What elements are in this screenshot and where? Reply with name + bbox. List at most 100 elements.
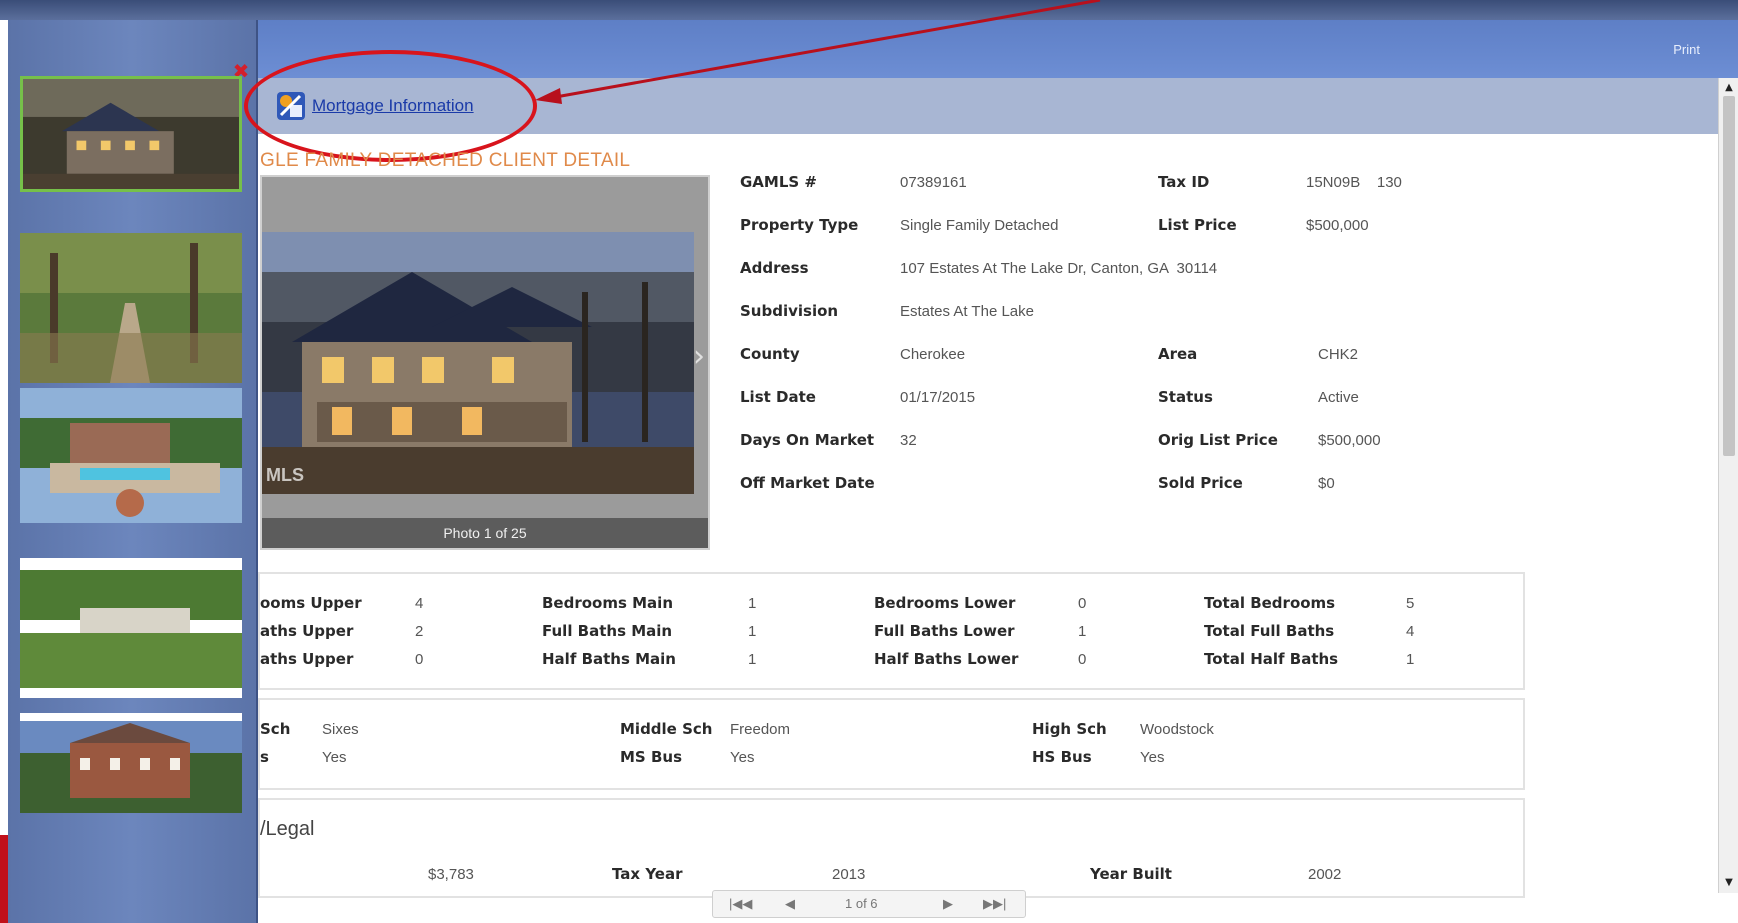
mls-watermark: MLS (266, 465, 304, 485)
room-value: 0 (1078, 595, 1087, 612)
school-value: Yes (322, 749, 347, 766)
subdivision-value: Estates At The Lake (900, 303, 1034, 320)
thumbnail-2[interactable] (20, 233, 242, 383)
room-label: Full Baths Lower (874, 622, 1015, 640)
school-label: HS Bus (1032, 748, 1092, 766)
room-label: aths Upper (260, 650, 354, 668)
photo-viewer: › MLS Photo 1 of 25 (260, 175, 710, 550)
red-edge-decoration (0, 835, 8, 923)
taxid-value: 15N09B 130 (1306, 174, 1402, 191)
calculator-tools-icon[interactable] (276, 91, 306, 121)
room-value: 2 (415, 623, 424, 640)
scroll-up-arrow[interactable]: ▲ (1723, 82, 1735, 94)
window-top-band (0, 0, 1738, 20)
legal-section-title: /Legal (260, 818, 315, 840)
room-label: Total Bedrooms (1204, 594, 1336, 612)
sub-header-bar: Mortgage Information (258, 78, 1718, 134)
schools-section: Sch Sixes Middle Sch Freedom High Sch Wo… (258, 698, 1525, 790)
main-header: Print (258, 20, 1738, 78)
school-label: s (260, 748, 269, 766)
detail-title: GLE FAMILY DETACHED CLIENT DETAIL (260, 150, 631, 171)
app-window: ✖ Print Mortgage Information ▲ ▼ GLE FAM… (0, 0, 1738, 923)
sold-price-value: $0 (1318, 475, 1335, 492)
room-label: Bedrooms Main (542, 594, 674, 612)
thumbnail-4[interactable] (20, 558, 242, 698)
subdivision-label: Subdivision (740, 302, 839, 320)
list-date-label: List Date (740, 388, 816, 406)
tax-year-label: Tax Year (612, 865, 683, 883)
pager-next-button[interactable]: ▶ (943, 896, 953, 912)
address-value: 107 Estates At The Lake Dr, Canton, GA 3… (900, 260, 1218, 277)
tax-amount-value: $3,783 (428, 866, 474, 883)
room-label: Total Half Baths (1204, 650, 1339, 668)
thumbnail-5[interactable] (20, 713, 242, 813)
vertical-scrollbar[interactable]: ▲ ▼ (1718, 78, 1738, 893)
thumbnail-3[interactable] (20, 388, 242, 523)
status-value: Active (1318, 389, 1359, 406)
orig-list-price-label: Orig List Price (1158, 431, 1278, 449)
days-on-market-label: Days On Market (740, 431, 875, 449)
area-label: Area (1158, 345, 1198, 363)
area-value: CHK2 (1318, 346, 1359, 363)
room-label: ooms Upper (260, 594, 362, 612)
year-built-value: 2002 (1308, 866, 1342, 883)
gamls-label: GAMLS # (740, 173, 817, 191)
orig-list-price-value: $500,000 (1318, 432, 1381, 449)
off-market-date-label: Off Market Date (740, 474, 875, 492)
school-value: Yes (1140, 749, 1165, 766)
school-label: Sch (260, 720, 291, 738)
room-value: 1 (748, 651, 757, 668)
scroll-thumb[interactable] (1723, 96, 1735, 456)
gamls-value: 07389161 (900, 174, 967, 191)
tax-year-value: 2013 (832, 866, 866, 883)
room-value: 1 (748, 623, 757, 640)
property-type-value: Single Family Detached (900, 217, 1059, 234)
school-value: Freedom (730, 721, 791, 738)
taxid-label: Tax ID (1158, 173, 1210, 191)
mortgage-information-link[interactable]: Mortgage Information (312, 96, 474, 116)
room-value: 1 (1078, 623, 1087, 640)
year-built-label: Year Built (1090, 865, 1172, 883)
sold-price-label: Sold Price (1158, 474, 1243, 492)
room-value: 1 (748, 595, 757, 612)
list-price-value: $500,000 (1306, 217, 1369, 234)
room-label: Half Baths Main (542, 650, 676, 668)
room-value: 5 (1406, 595, 1415, 612)
address-label: Address (740, 259, 809, 277)
room-value: 0 (415, 651, 424, 668)
room-label: Bedrooms Lower (874, 594, 1016, 612)
room-label: Total Full Baths (1204, 622, 1335, 640)
print-button[interactable]: Print (1673, 42, 1700, 57)
property-photo[interactable] (262, 232, 694, 494)
room-value: 4 (1406, 623, 1415, 640)
thumbnail-1[interactable] (20, 76, 242, 192)
school-value: Sixes (322, 721, 359, 738)
thumbnail-panel: ✖ (8, 20, 258, 923)
room-label: Half Baths Lower (874, 650, 1019, 668)
room-label: Full Baths Main (542, 622, 673, 640)
room-value: 0 (1078, 651, 1087, 668)
rooms-section: ooms Upper 4 Bedrooms Main 1 Bedrooms Lo… (258, 572, 1525, 690)
county-value: Cherokee (900, 346, 966, 363)
school-label: Middle Sch (620, 720, 713, 738)
county-label: County (740, 345, 800, 363)
room-label: aths Upper (260, 622, 354, 640)
list-date-value: 01/17/2015 (900, 389, 976, 406)
school-label: High Sch (1032, 720, 1107, 738)
school-value: Yes (730, 749, 755, 766)
days-on-market-value: 32 (900, 432, 917, 449)
pager-first-button[interactable]: |◀◀ (729, 896, 752, 912)
room-value: 4 (415, 595, 424, 612)
property-type-label: Property Type (740, 216, 859, 234)
tax-legal-section: /Legal $3,783 Tax Year 2013 Year Built 2… (258, 798, 1525, 898)
school-label: MS Bus (620, 748, 682, 766)
status-label: Status (1158, 388, 1213, 406)
school-value: Woodstock (1140, 721, 1214, 738)
scroll-down-arrow[interactable]: ▼ (1723, 877, 1735, 889)
pager-page-indicator: 1 of 6 (845, 896, 878, 911)
photo-next-arrow[interactable]: › (692, 327, 706, 387)
pager-last-button[interactable]: ▶▶| (983, 896, 1006, 912)
pager-control: |◀◀ ◀ 1 of 6 ▶ ▶▶| (712, 890, 1026, 918)
photo-caption: Photo 1 of 25 (262, 518, 708, 548)
pager-prev-button[interactable]: ◀ (785, 896, 795, 912)
